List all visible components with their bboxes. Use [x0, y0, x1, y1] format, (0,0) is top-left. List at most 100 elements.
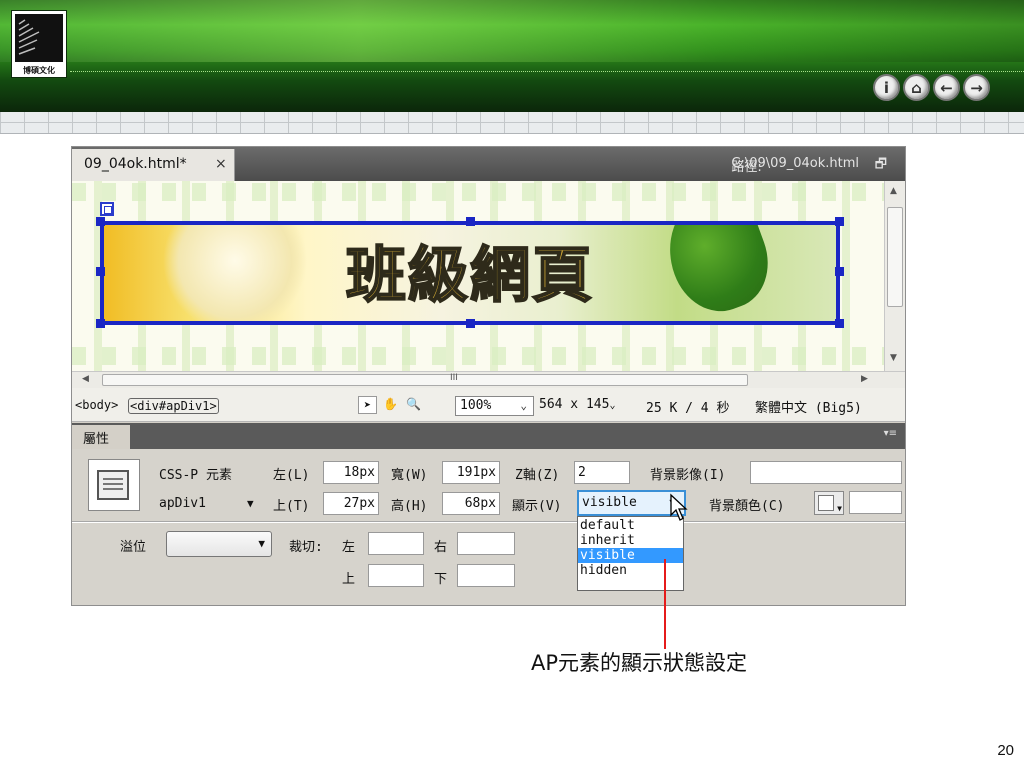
tag-selector-body[interactable]: <body> — [75, 398, 118, 412]
status-bar: <body> <div#apDiv1> ➤ ✋ 🔍 100% ⌄ 564 x 1… — [72, 388, 905, 422]
page-number: 20 — [997, 742, 1014, 759]
z-index-field[interactable]: 2 — [574, 461, 630, 484]
zoom-tool-icon[interactable]: 🔍 — [404, 396, 423, 414]
resize-handle[interactable] — [96, 319, 105, 328]
bg-image-label: 背景影像(I) — [650, 468, 726, 483]
scroll-right-icon[interactable]: ▶ — [861, 374, 868, 384]
chevron-down-icon: ▼ — [258, 537, 265, 550]
scroll-down-icon[interactable]: ▼ — [890, 353, 897, 363]
bg-color-field[interactable] — [849, 491, 902, 514]
width-label: 寬(W) — [391, 468, 428, 483]
mouse-pointer-icon — [670, 493, 688, 521]
download-size: 25 K / 4 秒 — [646, 401, 730, 416]
vertical-scrollbar[interactable]: ▲ ▼ — [884, 181, 905, 371]
resize-handle[interactable] — [835, 319, 844, 328]
resize-handle[interactable] — [466, 319, 475, 328]
top-label: 上(T) — [273, 499, 310, 514]
top-field[interactable]: 27px — [323, 492, 379, 515]
path-label: 路徑: — [731, 160, 762, 175]
zoom-select[interactable]: 100% ⌄ — [455, 396, 534, 416]
logo-text: 博碩文化 — [23, 65, 55, 75]
header-light-band — [0, 0, 1024, 62]
z-index-label: Z軸(Z) — [515, 468, 560, 483]
option-hidden[interactable]: hidden — [578, 563, 683, 578]
clip-top-label: 上 — [342, 572, 356, 587]
apdiv-selection-box[interactable] — [100, 221, 840, 325]
publisher-logo: 博碩文化 — [11, 10, 67, 78]
option-visible[interactable]: visible — [578, 548, 683, 563]
clip-right-label: 右 — [434, 540, 448, 555]
apdiv-selection-handle-icon[interactable] — [100, 202, 114, 216]
home-icon[interactable]: ⌂ — [903, 74, 930, 101]
encoding: 繁體中文 (Big5) — [755, 401, 862, 416]
width-field[interactable]: 191px — [442, 461, 500, 484]
element-type-label: CSS-P 元素 — [159, 468, 232, 483]
properties-header: 屬性 ▾≡ — [72, 423, 905, 449]
document-tab[interactable]: 09_04ok.html* × — [72, 149, 235, 181]
header-dotted-rule — [70, 71, 1024, 72]
clip-label: 裁切: — [289, 540, 323, 555]
background-pattern — [72, 347, 884, 365]
color-swatch — [818, 495, 834, 511]
resize-handle[interactable] — [835, 217, 844, 226]
close-icon[interactable]: × — [215, 156, 227, 172]
clip-bottom-label: 下 — [434, 572, 448, 587]
clip-left-field[interactable] — [368, 532, 424, 555]
overflow-select[interactable]: ▼ — [166, 531, 272, 557]
logo-art — [15, 14, 63, 62]
chevron-down-icon: ⌄ — [609, 400, 616, 411]
height-field[interactable]: 68px — [442, 492, 500, 515]
resize-handle[interactable] — [96, 217, 105, 226]
panel-divider — [72, 522, 905, 523]
option-default[interactable]: default — [578, 518, 683, 533]
left-field[interactable]: 18px — [323, 461, 379, 484]
document-tab-bar: 09_04ok.html* × 路徑: C:\09\09_04ok.html 🗗 — [72, 147, 905, 181]
clip-right-field[interactable] — [457, 532, 515, 555]
clip-top-field[interactable] — [368, 564, 424, 587]
element-id-select[interactable]: apDiv1 ▼ — [159, 492, 263, 515]
scroll-up-icon[interactable]: ▲ — [890, 186, 897, 196]
forward-icon[interactable]: → — [963, 74, 990, 101]
header-grid-strip — [0, 112, 1024, 134]
zoom-value: 100% — [460, 398, 492, 413]
panel-options-icon[interactable]: ▾≡ — [884, 428, 897, 439]
scroll-left-icon[interactable]: ◀ — [82, 374, 89, 384]
bg-color-label: 背景顏色(C) — [709, 499, 785, 514]
horizontal-scroll-thumb[interactable]: III — [102, 373, 748, 386]
visibility-label: 顯示(V) — [512, 499, 562, 514]
scroll-grip: III — [450, 373, 458, 383]
tag-selector-div[interactable]: <div#apDiv1> — [128, 398, 219, 414]
background-pattern — [72, 183, 884, 201]
properties-tab[interactable]: 屬性 — [72, 425, 130, 449]
properties-panel: CSS-P 元素 apDiv1 ▼ 左(L) 18px 上(T) 27px 寬(… — [72, 449, 905, 605]
vertical-scroll-thumb[interactable] — [887, 207, 903, 307]
visibility-value: visible — [582, 495, 637, 510]
chevron-down-icon: ▼ — [837, 504, 842, 513]
bg-image-field[interactable] — [750, 461, 902, 484]
horizontal-scrollbar[interactable]: ◀ III ▶ — [72, 371, 905, 388]
resize-handle[interactable] — [835, 267, 844, 276]
left-label: 左(L) — [273, 468, 310, 483]
color-picker-button[interactable]: ▼ — [814, 491, 844, 515]
chevron-down-icon: ⌄ — [520, 399, 527, 412]
window-size[interactable]: 564 x 145⌄ — [539, 397, 615, 412]
slide-header: 博碩文化 i ⌂ ← → — [0, 0, 1024, 112]
option-inherit[interactable]: inherit — [578, 533, 683, 548]
chevron-down-icon: ▼ — [247, 497, 254, 510]
back-icon[interactable]: ← — [933, 74, 960, 101]
document-path: 路徑: C:\09\09_04ok.html — [731, 156, 859, 175]
design-view[interactable]: 班級網頁 — [72, 181, 884, 371]
callout-caption: AP元素的顯示狀態設定 — [531, 651, 748, 675]
height-label: 高(H) — [391, 499, 428, 514]
resize-handle[interactable] — [96, 267, 105, 276]
css-p-element-icon — [88, 459, 140, 511]
restore-window-icon[interactable]: 🗗 — [875, 155, 887, 177]
select-tool-icon[interactable]: ➤ — [358, 396, 377, 414]
info-icon[interactable]: i — [873, 74, 900, 101]
resize-handle[interactable] — [466, 217, 475, 226]
clip-bottom-field[interactable] — [457, 564, 515, 587]
callout-line — [664, 559, 666, 649]
hand-tool-icon[interactable]: ✋ — [381, 396, 400, 414]
document-tab-label: 09_04ok.html* — [84, 156, 187, 172]
overflow-label: 溢位 — [120, 540, 147, 555]
